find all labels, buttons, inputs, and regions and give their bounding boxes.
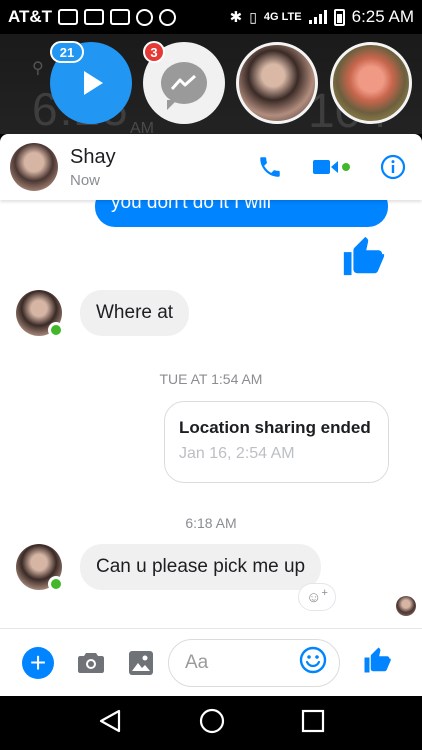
message-composer: + Aa [0, 628, 422, 696]
video-icon [313, 160, 338, 174]
video-call-button[interactable] [313, 158, 350, 176]
messenger-icon [161, 62, 207, 110]
conversation-header: Shay Now [0, 134, 422, 200]
like-sticker-icon[interactable] [340, 232, 386, 285]
back-icon[interactable] [97, 708, 123, 739]
message-list[interactable]: you don't do it I will Where at TUE AT 1… [0, 200, 422, 628]
wallpaper-ampm: AM [130, 120, 154, 134]
chat-head-contact[interactable] [330, 42, 412, 124]
online-indicator [48, 576, 64, 592]
mail-notification-icon [110, 9, 131, 25]
location-card-title: Location sharing ended [179, 418, 371, 437]
gallery-icon[interactable] [128, 650, 154, 676]
battery-icon [333, 8, 345, 26]
video-online-dot [342, 163, 350, 171]
online-indicator [48, 322, 64, 338]
sender-avatar[interactable] [16, 544, 64, 592]
vibrate-icon: ▯ [249, 8, 257, 25]
chat-head-video-badge: 21 [50, 41, 84, 63]
like-icon[interactable] [362, 645, 392, 680]
read-receipt-avatar [396, 596, 416, 616]
play-icon [84, 71, 103, 95]
incoming-message-row: Where at [16, 290, 190, 338]
contact-status: Now [70, 171, 101, 189]
home-icon[interactable] [198, 707, 226, 740]
status-left: AT&T [8, 7, 177, 27]
clock-label: 6:25 AM [351, 7, 414, 26]
emoji-icon[interactable] [299, 646, 327, 679]
app-notification-icon [136, 8, 154, 26]
emoji-icon: ☺ [306, 588, 322, 606]
contact-avatar[interactable] [10, 143, 58, 191]
info-icon[interactable] [380, 154, 406, 180]
status-right: ✱ ▯ 4G LTE 6:25 AM [230, 7, 414, 27]
location-card-subtitle: Jan 16, 2:54 AM [179, 445, 295, 462]
plus-icon: + [321, 587, 328, 599]
outgoing-message[interactable]: you don't do it I will [95, 200, 388, 227]
recents-icon[interactable] [301, 709, 325, 738]
timestamp-divider: 6:18 AM [185, 515, 237, 531]
add-icon[interactable]: + [22, 646, 54, 679]
gmail-notification-icon [84, 9, 105, 25]
sms-notification-icon [58, 9, 79, 25]
header-actions [257, 154, 406, 180]
contact-info[interactable]: Shay Now [70, 146, 116, 189]
message-input[interactable]: Aa [168, 638, 340, 687]
carrier-label: AT&T [8, 7, 53, 26]
camera-icon[interactable] [77, 651, 105, 675]
chat-head-shay[interactable] [236, 42, 318, 124]
contact-name: Shay [70, 145, 116, 168]
chrome-notification-icon [159, 8, 177, 26]
incoming-message[interactable]: Where at [80, 290, 190, 336]
system-nav-bar [0, 696, 422, 750]
incoming-message-row: Can u please pick me up [16, 544, 322, 592]
timestamp-divider: TUE AT 1:54 AM [159, 371, 263, 387]
chat-head-messenger-badge: 3 [143, 41, 165, 63]
incoming-message[interactable]: Can u please pick me up [80, 544, 322, 590]
sender-avatar[interactable] [16, 290, 64, 338]
location-pin-icon: ⚲ [32, 60, 44, 77]
network-type-label: 4G LTE [263, 11, 302, 23]
location-sharing-card[interactable]: Location sharing ended Jan 16, 2:54 AM [164, 401, 389, 483]
message-input-placeholder: Aa [185, 651, 209, 673]
add-reaction-button[interactable]: ☺ + [298, 583, 336, 611]
phone-icon[interactable] [257, 154, 283, 180]
status-bar: AT&T ✱ ▯ 4G LTE 6:25 AM [0, 0, 422, 34]
signal-icon [308, 10, 327, 24]
bluetooth-icon: ✱ [229, 9, 243, 26]
